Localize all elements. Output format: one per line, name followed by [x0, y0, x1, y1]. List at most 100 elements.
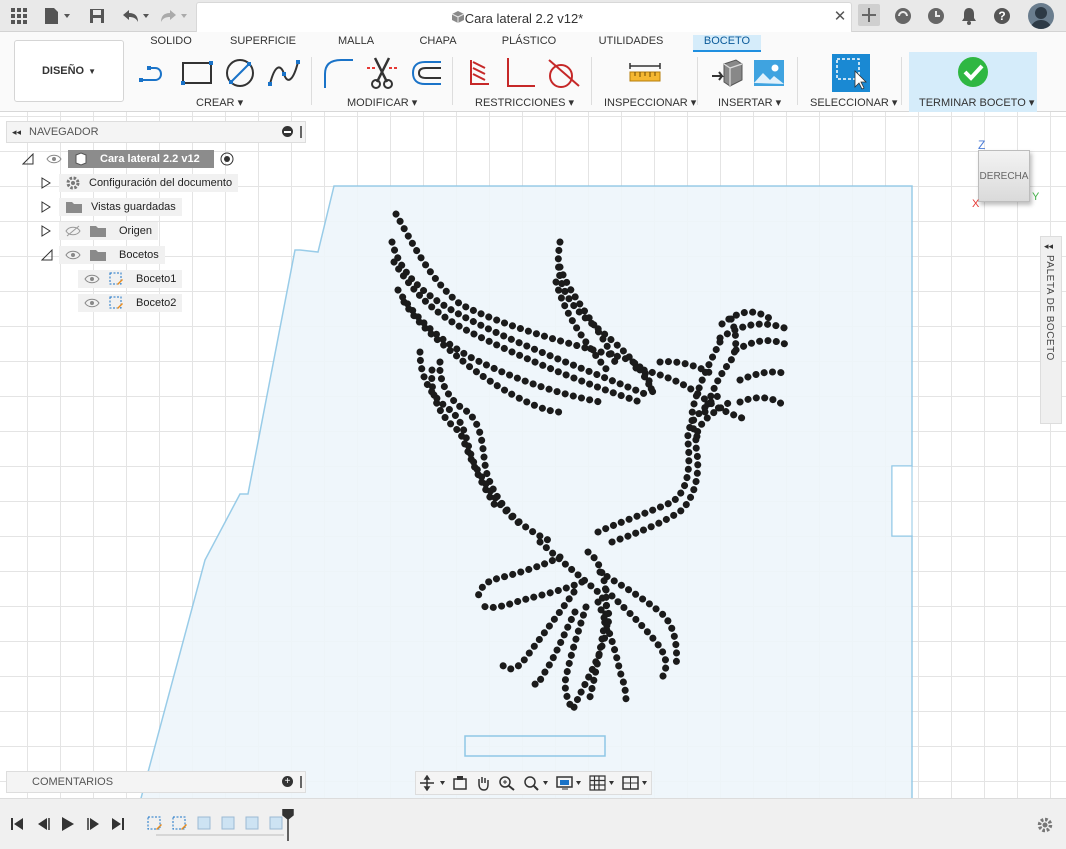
tab-chapa[interactable]: CHAPA	[414, 35, 462, 52]
pin-icon[interactable]	[300, 126, 302, 138]
add-comment-icon[interactable]: +	[282, 776, 293, 787]
insert-dxf-button[interactable]	[710, 56, 744, 90]
horizontal-constraint-button[interactable]	[502, 56, 538, 90]
constraint-perpendicular-icon	[470, 60, 489, 85]
document-settings-node[interactable]: Configuración del documento	[59, 174, 239, 192]
saved-views-node[interactable]: Vistas guardadas	[59, 198, 182, 216]
collapse-panel-icon[interactable]: ◂◂	[12, 127, 21, 138]
group-insertar[interactable]: INSERTAR ▾	[718, 96, 781, 109]
palette-label: PALETA DE BOCETO	[1044, 255, 1055, 361]
expanded-triangle-icon[interactable]	[41, 249, 53, 261]
rectangle-tool-button[interactable]	[180, 58, 214, 88]
display-settings-icon[interactable]	[556, 775, 582, 791]
eye-hidden-icon[interactable]	[65, 225, 81, 237]
collapsed-triangle-icon[interactable]	[41, 225, 51, 237]
tab-plastico[interactable]: PLÁSTICO	[496, 35, 562, 52]
tree-item-sketch-1[interactable]: Boceto1	[78, 269, 183, 289]
select-cursor-icon	[836, 58, 867, 90]
tab-boceto[interactable]: BOCETO	[693, 35, 761, 52]
undo-icon[interactable]	[120, 6, 150, 26]
group-crear[interactable]: CREAR ▾	[196, 96, 243, 109]
redo-icon[interactable]	[158, 6, 188, 26]
trim-tool-button[interactable]	[364, 56, 400, 90]
tab-utilidades[interactable]: UTILIDADES	[594, 35, 668, 52]
insert-canvas-button[interactable]	[752, 56, 786, 90]
new-tab-icon[interactable]	[858, 4, 880, 26]
expanded-triangle-icon[interactable]	[22, 153, 34, 165]
file-menu-icon[interactable]	[42, 6, 72, 26]
eye-icon[interactable]	[65, 249, 81, 261]
tree-item-document-settings[interactable]: Configuración del documento	[41, 173, 239, 193]
close-tab-icon[interactable]: ✕	[833, 9, 847, 24]
pan-hand-icon[interactable]	[475, 775, 491, 791]
coincident-constraint-button[interactable]	[462, 56, 494, 90]
circle-icon	[226, 59, 254, 87]
fit-zoom-icon[interactable]	[523, 775, 549, 791]
viewports-icon[interactable]	[621, 775, 648, 791]
play-icon[interactable]	[61, 816, 75, 832]
comments-panel-header[interactable]: COMENTARIOS +	[6, 771, 306, 793]
step-forward-icon[interactable]	[86, 817, 102, 831]
tree-item-sketches[interactable]: Bocetos	[41, 245, 165, 265]
timeline-sketch-icon	[147, 816, 162, 830]
notifications-icon[interactable]	[959, 6, 979, 26]
select-tool-button[interactable]	[832, 54, 870, 92]
tab-solido[interactable]: SOLIDO	[143, 35, 199, 52]
eye-icon[interactable]	[46, 153, 62, 165]
offset-tool-button[interactable]	[408, 56, 444, 90]
folder-icon	[90, 226, 106, 237]
sketch-1-node[interactable]: Boceto1	[78, 270, 183, 288]
browser-title: NAVEGADOR	[29, 126, 99, 138]
tab-superficie[interactable]: SUPERFICIE	[228, 35, 298, 52]
workspace-switcher[interactable]: DISEÑO ▼	[14, 40, 124, 102]
tree-item-saved-views[interactable]: Vistas guardadas	[41, 197, 182, 217]
sketch-2-node[interactable]: Boceto2	[78, 294, 183, 312]
tab-malla[interactable]: MALLA	[330, 35, 382, 52]
fillet-tool-button[interactable]	[320, 56, 356, 90]
save-icon[interactable]	[88, 6, 106, 26]
look-at-icon[interactable]	[452, 775, 468, 791]
collapsed-triangle-icon[interactable]	[41, 201, 51, 213]
viewcube[interactable]: Z DERECHA X Y	[972, 136, 1042, 216]
document-tab[interactable]: Cara lateral 2.2 v12* ✕	[196, 2, 852, 32]
go-to-end-icon[interactable]	[111, 817, 125, 831]
origin-node[interactable]: Origen	[59, 222, 159, 240]
group-modificar[interactable]: MODIFICAR ▾	[347, 96, 417, 109]
avatar[interactable]	[1028, 3, 1054, 29]
timeline-sketch-icon	[172, 816, 187, 830]
pin-icon[interactable]	[300, 776, 302, 788]
sketch-palette-collapsed[interactable]: ◂◂ PALETA DE BOCETO	[1040, 236, 1062, 424]
viewcube-face-derecha[interactable]: DERECHA	[978, 150, 1030, 202]
zoom-icon[interactable]	[498, 775, 516, 791]
measure-tool-button[interactable]	[628, 60, 662, 86]
group-inspeccionar[interactable]: INSPECCIONAR ▾	[604, 96, 696, 109]
activate-radio-icon[interactable]	[220, 152, 234, 166]
sketches-node[interactable]: Bocetos	[59, 246, 165, 264]
timeline-features[interactable]	[146, 809, 296, 841]
finish-sketch-panel[interactable]: TERMINAR BOCETO ▾	[909, 52, 1037, 112]
eye-icon[interactable]	[84, 297, 100, 309]
step-back-icon[interactable]	[35, 817, 51, 831]
line-tool-button[interactable]	[138, 58, 172, 88]
tangent-constraint-button[interactable]	[544, 56, 582, 90]
spline-tool-button[interactable]	[266, 58, 302, 88]
help-icon[interactable]: ?	[992, 6, 1012, 26]
grid-settings-icon[interactable]	[589, 775, 615, 791]
group-restricciones[interactable]: RESTRICCIONES ▾	[475, 96, 574, 109]
timeline-settings-gear-icon[interactable]	[1036, 816, 1054, 834]
extensions-icon[interactable]	[893, 6, 913, 26]
orbit-icon[interactable]	[419, 775, 446, 791]
constraint-tangent-icon	[548, 59, 580, 88]
group-seleccionar[interactable]: SELECCIONAR ▾	[810, 96, 897, 109]
eye-icon[interactable]	[84, 273, 100, 285]
tree-root[interactable]: Cara lateral 2.2 v12	[22, 149, 234, 169]
app-grid-icon[interactable]	[10, 6, 28, 26]
tree-item-sketch-2[interactable]: Boceto2	[78, 293, 183, 313]
tree-item-origin[interactable]: Origen	[41, 221, 159, 241]
minimize-browser-icon[interactable]	[282, 126, 293, 137]
job-status-icon[interactable]	[926, 6, 946, 26]
circle-tool-button[interactable]	[222, 58, 258, 88]
go-to-start-icon[interactable]	[10, 817, 24, 831]
root-component[interactable]: Cara lateral 2.2 v12	[68, 150, 214, 168]
collapsed-triangle-icon[interactable]	[41, 177, 51, 189]
